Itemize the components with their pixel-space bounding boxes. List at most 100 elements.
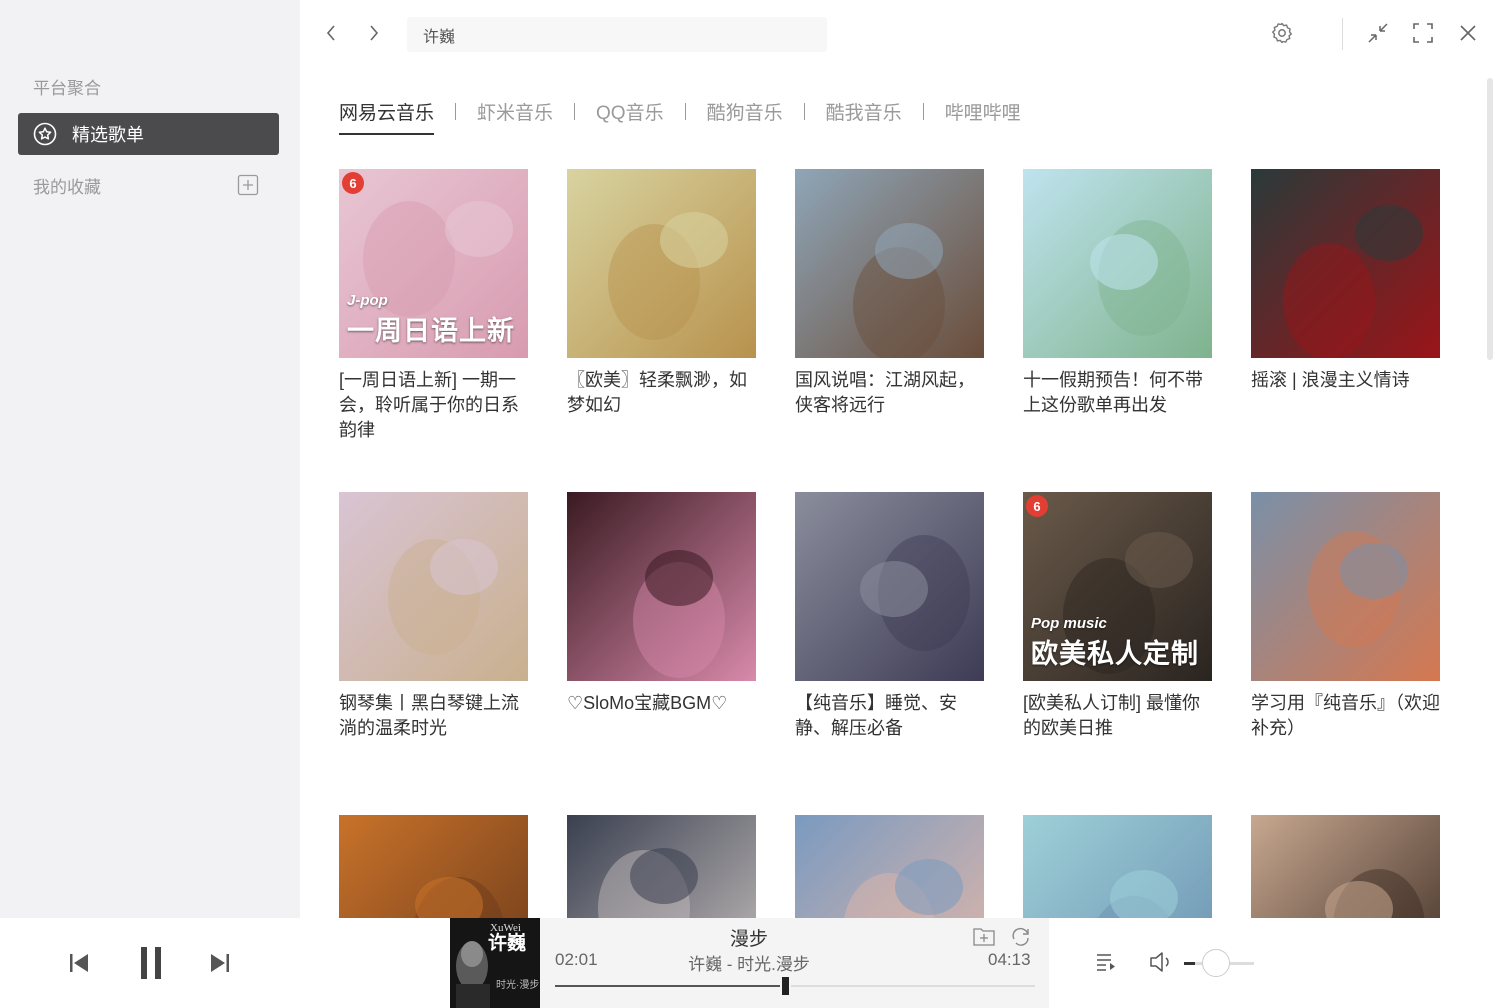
playlist-cover[interactable] [1023, 815, 1212, 918]
playlist-card[interactable]: 【纯音乐】睡觉、安静、解压必备 [795, 492, 984, 741]
playlist-card[interactable]: 学习用『纯音乐』（欢迎补充） [1251, 492, 1440, 741]
queue-icon [1097, 954, 1115, 971]
playlist-cover[interactable] [1251, 815, 1440, 918]
add-to-playlist-button[interactable] [971, 924, 997, 948]
compress-icon [1368, 23, 1388, 43]
sidebar-item-featured-playlists[interactable]: 精选歌单 [18, 113, 279, 155]
forward-button[interactable] [362, 20, 386, 46]
tab-divider [574, 103, 576, 120]
playlist-card[interactable]: 钢琴集丨黑白琴键上流淌的温柔时光 [339, 492, 528, 741]
playlist-cover[interactable]: 6 J-pop 一周日语上新 [339, 169, 528, 358]
playlist-card[interactable] [1251, 815, 1440, 918]
minimize-button[interactable] [1364, 19, 1392, 47]
fullscreen-button[interactable] [1409, 19, 1437, 47]
now-playing: XuWei 许巍 时光·漫步 漫步 许巍 - 时光.漫步 02:01 04:13 [450, 918, 1049, 1008]
playlist-cover[interactable] [795, 169, 984, 358]
playlist-card[interactable]: ♡SloMo宝藏BGM♡ [567, 492, 756, 716]
speaker-icon [1150, 952, 1169, 972]
next-button[interactable] [205, 948, 235, 978]
playlist-cover[interactable] [1251, 169, 1440, 358]
playlist-card[interactable]: 6 Pop music 欧美私人定制 [欧美私人订制] 最懂你的欧美日推 [1023, 492, 1212, 741]
playlist-cover[interactable] [339, 815, 528, 918]
netease-logo-icon: 6 [342, 172, 364, 194]
playlist-title[interactable]: ♡SloMo宝藏BGM♡ [567, 691, 756, 716]
cover-caption: J-pop 一周日语上新 [347, 292, 515, 348]
playlist-title[interactable]: [欧美私人订制] 最懂你的欧美日推 [1023, 691, 1212, 741]
playlist-title[interactable]: 十一假期预告！何不带上这份歌单再出发 [1023, 368, 1212, 418]
cover-caption-big: 一周日语上新 [347, 316, 515, 346]
playlist-cover[interactable] [339, 492, 528, 681]
playlist-card[interactable]: 6 J-pop 一周日语上新 [一周日语上新] 一期一会，聆听属于你的日系韵律 [339, 169, 528, 443]
playlist-cover[interactable] [567, 492, 756, 681]
close-button[interactable] [1454, 19, 1482, 47]
elapsed-time: 02:01 [555, 950, 598, 969]
tab-divider [455, 103, 457, 120]
sidebar-item-label: 精选歌单 [72, 125, 144, 145]
progress-handle[interactable] [780, 975, 792, 997]
close-icon [1460, 25, 1476, 41]
chevron-right-icon [370, 25, 379, 41]
cover-caption-big: 欧美私人定制 [1031, 639, 1199, 669]
cover-caption-small: J-pop [347, 292, 388, 309]
playlist-card[interactable] [1023, 815, 1212, 918]
cover-text: 时光·漫步 [496, 980, 540, 991]
playlist-card[interactable] [795, 815, 984, 918]
star-circle-icon [32, 121, 58, 147]
progress-bar[interactable] [555, 975, 1035, 997]
playlist-grid: 6 J-pop 一周日语上新 [一周日语上新] 一期一会，聆听属于你的日系韵律 〖欧美〗… [339, 169, 1449, 918]
plus-box-icon[interactable] [237, 174, 259, 196]
tab-qq[interactable]: QQ音乐 [596, 98, 664, 133]
playlist-title[interactable]: 国风说唱：江湖风起，侠客将远行 [795, 368, 984, 418]
cover-caption-small: Pop music [1031, 615, 1107, 632]
pause-button[interactable] [134, 944, 168, 982]
playlist-title[interactable]: 〖欧美〗轻柔飘渺，如梦如幻 [567, 368, 756, 418]
pause-icon [141, 947, 161, 979]
tab-bilibili[interactable]: 哔哩哔哩 [945, 98, 1021, 133]
repeat-button[interactable] [1008, 924, 1034, 948]
volume-handle[interactable] [1202, 949, 1231, 977]
tab-netease[interactable]: 网易云音乐 [339, 98, 435, 135]
playlist-cover[interactable] [567, 815, 756, 918]
settings-button[interactable] [1268, 19, 1296, 47]
cover-caption: Pop music 欧美私人定制 [1031, 615, 1199, 671]
playlist-cover[interactable] [1251, 492, 1440, 681]
fullscreen-icon [1413, 23, 1433, 43]
playlist-card[interactable]: 十一假期预告！何不带上这份歌单再出发 [1023, 169, 1212, 418]
scrollbar[interactable] [1487, 78, 1493, 360]
playlist-card[interactable]: 摇滚 | 浪漫主义情诗 [1251, 169, 1440, 393]
sidebar-group-label: 平台聚合 [33, 79, 101, 98]
tab-xiami[interactable]: 虾米音乐 [477, 98, 553, 133]
sidebar-item-label: 我的收藏 [33, 177, 101, 197]
previous-button[interactable] [64, 948, 94, 978]
tab-kugou[interactable]: 酷狗音乐 [707, 98, 783, 133]
playlist-title[interactable]: [一周日语上新] 一期一会，聆听属于你的日系韵律 [339, 368, 528, 443]
playlist-cover[interactable] [567, 169, 756, 358]
playlist-cover[interactable] [795, 492, 984, 681]
platform-tabs: 网易云音乐 虾米音乐 QQ音乐 酷狗音乐 酷我音乐 哔哩哔哩 [339, 98, 1021, 135]
playlist-card[interactable]: 国风说唱：江湖风起，侠客将远行 [795, 169, 984, 418]
volume-slider[interactable] [1184, 949, 1254, 977]
playlist-title[interactable]: 学习用『纯音乐』（欢迎补充） [1251, 691, 1440, 741]
playlist-card[interactable] [339, 815, 528, 918]
search-input[interactable]: 许巍 [407, 17, 827, 52]
playlist-cover[interactable]: 6 Pop music 欧美私人定制 [1023, 492, 1212, 681]
playlist-title[interactable]: 钢琴集丨黑白琴键上流淌的温柔时光 [339, 691, 528, 741]
playlist-queue-button[interactable] [1092, 948, 1120, 976]
chevron-left-icon [326, 25, 335, 41]
toolbar-divider [1342, 18, 1343, 50]
playlist-cover[interactable] [795, 815, 984, 918]
volume-fill [1184, 962, 1196, 965]
volume-button[interactable] [1147, 948, 1175, 976]
tab-divider [803, 103, 805, 120]
sidebar: 平台聚合 精选歌单 我的收藏 [0, 0, 300, 918]
playlist-cover[interactable] [1023, 169, 1212, 358]
sidebar-item-favorites[interactable]: 我的收藏 [33, 173, 259, 197]
tab-kuwo[interactable]: 酷我音乐 [826, 98, 902, 133]
playlist-card[interactable] [567, 815, 756, 918]
playlist-title[interactable]: 摇滚 | 浪漫主义情诗 [1251, 368, 1440, 393]
skip-previous-icon [70, 954, 88, 972]
playlist-title[interactable]: 【纯音乐】睡觉、安静、解压必备 [795, 691, 984, 741]
total-time: 04:13 [988, 950, 1031, 969]
playlist-card[interactable]: 〖欧美〗轻柔飘渺，如梦如幻 [567, 169, 756, 418]
back-button[interactable] [319, 20, 343, 46]
